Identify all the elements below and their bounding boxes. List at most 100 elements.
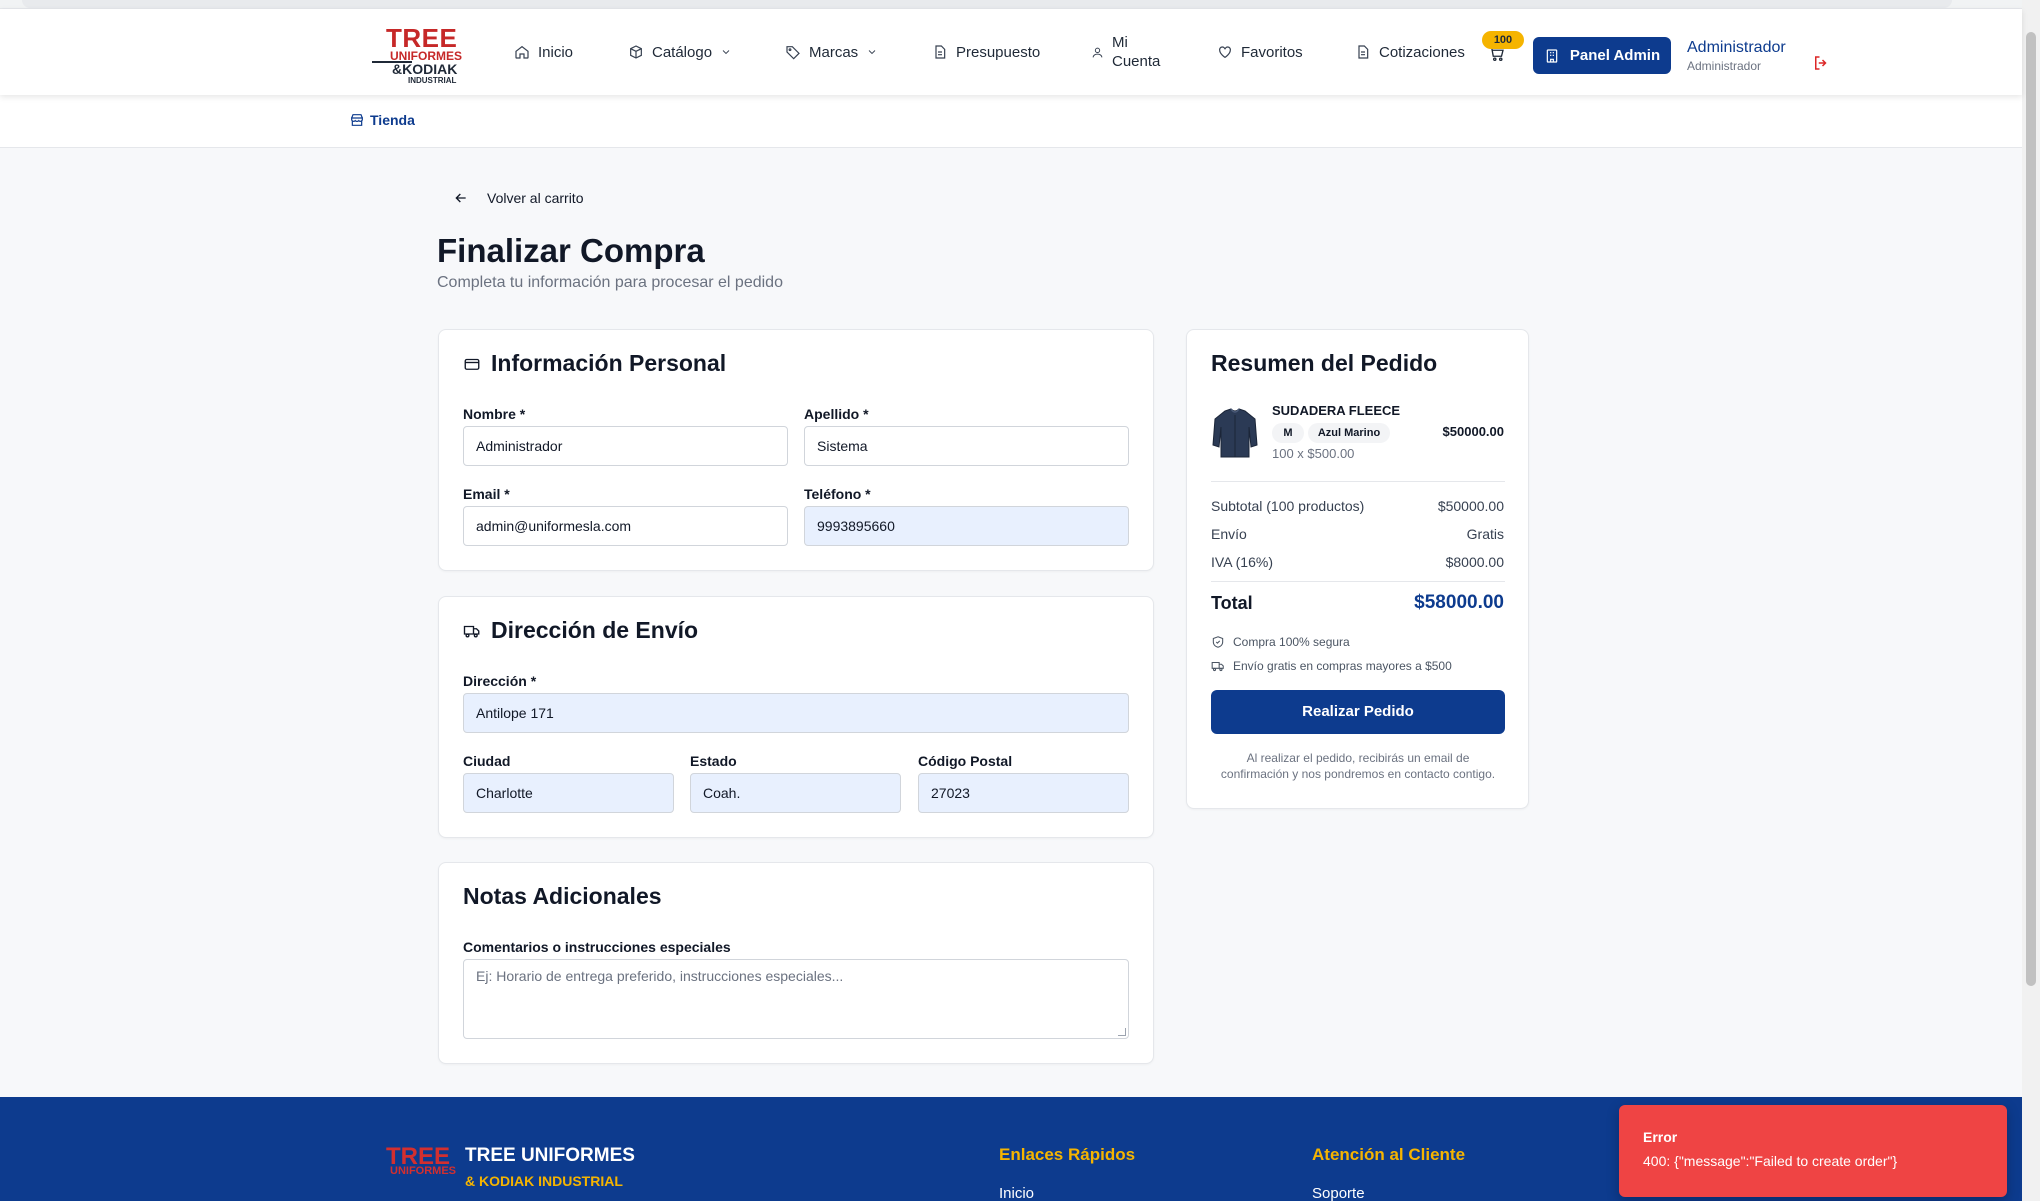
sweatshirt-image: [1212, 408, 1258, 458]
nav-catalogo[interactable]: Catálogo: [628, 9, 732, 95]
nav-mi-cuenta-label: Mi Cuenta: [1112, 33, 1160, 71]
error-toast-message: 400: {"message":"Failed to create order"…: [1643, 1153, 1898, 1169]
product-size-chip: M: [1272, 423, 1304, 443]
nombre-label: Nombre *: [463, 406, 526, 422]
estado-label: Estado: [690, 753, 737, 769]
telefono-input[interactable]: 9993895660: [804, 506, 1129, 546]
apellido-label: Apellido *: [804, 406, 869, 422]
heart-icon: [1219, 46, 1231, 59]
nav-mi-cuenta[interactable]: Mi Cuenta: [1091, 9, 1160, 95]
page-subtitle: Completa tu información para procesar el…: [437, 274, 783, 291]
nav-cotizaciones[interactable]: Cotizaciones: [1355, 9, 1465, 95]
summary-title: Resumen del Pedido: [1211, 350, 1438, 376]
footer-link-soporte[interactable]: Soporte: [1312, 1185, 1365, 1201]
address-field[interactable]: [22, 0, 1952, 8]
ciudad-input[interactable]: Charlotte: [463, 773, 674, 813]
site-logo[interactable]: TREE UNIFORMES &KODIAK INDUSTRIAL: [372, 23, 468, 85]
breadcrumb-tienda[interactable]: Tienda: [349, 112, 415, 128]
product-price: $50000.00: [1442, 424, 1504, 439]
footer-link-inicio[interactable]: Inicio: [999, 1185, 1034, 1201]
box-icon: [630, 45, 642, 59]
notes-heading: Notas Adicionales: [463, 883, 662, 909]
secure-purchase-label: Compra 100% segura: [1233, 635, 1350, 649]
nav-marcas-label: Marcas: [809, 43, 859, 61]
page-scrollbar[interactable]: [2022, 0, 2040, 1201]
truck-icon: [1211, 661, 1224, 672]
logout-button[interactable]: [1812, 54, 1830, 72]
order-summary-card: Resumen del Pedido SUDADERA FLEECE M Azu…: [1186, 329, 1529, 809]
chevron-down-icon: [868, 50, 876, 55]
product-name: SUDADERA FLEECE: [1272, 403, 1401, 418]
place-order-button[interactable]: Realizar Pedido: [1211, 690, 1505, 734]
page-title: Finalizar Compra: [437, 232, 705, 269]
chevron-down-icon: [722, 50, 730, 55]
total-value: $58000.00: [1414, 592, 1504, 613]
building-icon: [1546, 48, 1558, 63]
cart-count-badge: 100: [1482, 31, 1524, 49]
direccion-label: Dirección *: [463, 673, 537, 689]
summary-divider: [1211, 581, 1505, 582]
order-confirmation-note: Al realizar el pedido, recibirás un emai…: [1220, 751, 1496, 781]
summary-divider: [1211, 481, 1505, 482]
nav-favoritos[interactable]: Favoritos: [1217, 9, 1303, 95]
browser-url-bar: [0, 0, 2040, 9]
nav-marcas[interactable]: Marcas: [785, 9, 878, 95]
user-role: Administrador: [1687, 59, 1762, 73]
footer-quick-links-title: Enlaces Rápidos: [999, 1145, 1136, 1164]
credit-card-icon: [464, 358, 480, 370]
back-to-cart-label: Volver al carrito: [487, 190, 584, 206]
nav-inicio[interactable]: Inicio: [514, 9, 573, 95]
nav-presupuesto[interactable]: Presupuesto: [932, 9, 1040, 95]
free-shipping-note: Envío gratis en compras mayores a $500: [1211, 659, 1452, 673]
logout-icon: [1815, 56, 1827, 70]
back-to-cart-link[interactable]: Volver al carrito: [453, 190, 583, 206]
nav-catalogo-label: Catálogo: [652, 43, 713, 61]
user-icon: [1092, 47, 1103, 57]
free-shipping-label: Envío gratis en compras mayores a $500: [1233, 659, 1452, 673]
notes-label: Comentarios o instrucciones especiales: [463, 939, 731, 955]
nav-cuenta-label: Cuenta: [1112, 53, 1161, 70]
footer-logo[interactable]: TREE UNIFORMES: [386, 1143, 456, 1195]
nav-favoritos-label: Favoritos: [1241, 43, 1303, 61]
error-toast[interactable]: Error 400: {"message":"Failed to create …: [1619, 1105, 2007, 1197]
nombre-input[interactable]: Administrador: [463, 426, 788, 466]
home-icon: [515, 45, 529, 59]
site-header: TREE UNIFORMES &KODIAK INDUSTRIAL Inicio…: [0, 9, 2022, 95]
arrow-left-icon: [455, 193, 466, 203]
envio-label: Envío: [1211, 526, 1247, 542]
telefono-label: Teléfono *: [804, 486, 871, 502]
subtotal-label: Subtotal (100 productos): [1211, 498, 1365, 514]
user-name[interactable]: Administrador: [1687, 39, 1786, 57]
envio-value: Gratis: [1466, 526, 1504, 542]
total-label: Total: [1211, 593, 1253, 613]
breadcrumb-tienda-label: Tienda: [370, 112, 415, 128]
shipping-title: Dirección de Envío: [463, 617, 698, 644]
apellido-input[interactable]: Sistema: [804, 426, 1129, 466]
shield-check-icon: [1212, 636, 1224, 648]
notes-textarea[interactable]: Ej: Horario de entrega preferido, instru…: [463, 959, 1129, 1039]
personal-info-heading: Información Personal: [491, 350, 727, 376]
codigo-postal-label: Código Postal: [918, 753, 1013, 769]
footer-support-title: Atención al Cliente: [1312, 1145, 1466, 1164]
estado-input[interactable]: Coah.: [690, 773, 901, 813]
nav-cotizaciones-label: Cotizaciones: [1379, 43, 1465, 61]
store-icon: [351, 114, 363, 126]
notes-card: Notas Adicionales Comentarios o instrucc…: [438, 862, 1154, 1064]
nav-inicio-label: Inicio: [538, 43, 574, 61]
truck-icon: [463, 625, 480, 638]
product-color-chip: Azul Marino: [1308, 423, 1390, 443]
personal-info-title: Información Personal: [463, 350, 726, 377]
shipping-heading: Dirección de Envío: [491, 617, 699, 643]
codigo-postal-input[interactable]: 27023: [918, 773, 1129, 813]
shipping-card: Dirección de Envío Dirección * Antilope …: [438, 596, 1154, 838]
admin-panel-button[interactable]: Panel Admin: [1533, 37, 1671, 74]
document-icon: [935, 45, 946, 59]
breadcrumb: Tienda: [0, 95, 2022, 148]
direccion-input[interactable]: Antilope 171: [463, 693, 1129, 733]
subtotal-value: $50000.00: [1437, 498, 1504, 514]
email-label: Email *: [463, 486, 510, 502]
resize-handle[interactable]: [1118, 1028, 1126, 1036]
scrollbar-thumb[interactable]: [2026, 32, 2036, 986]
email-input[interactable]: admin@uniformesla.com: [463, 506, 788, 546]
nav-mi-label: Mi: [1112, 34, 1128, 51]
